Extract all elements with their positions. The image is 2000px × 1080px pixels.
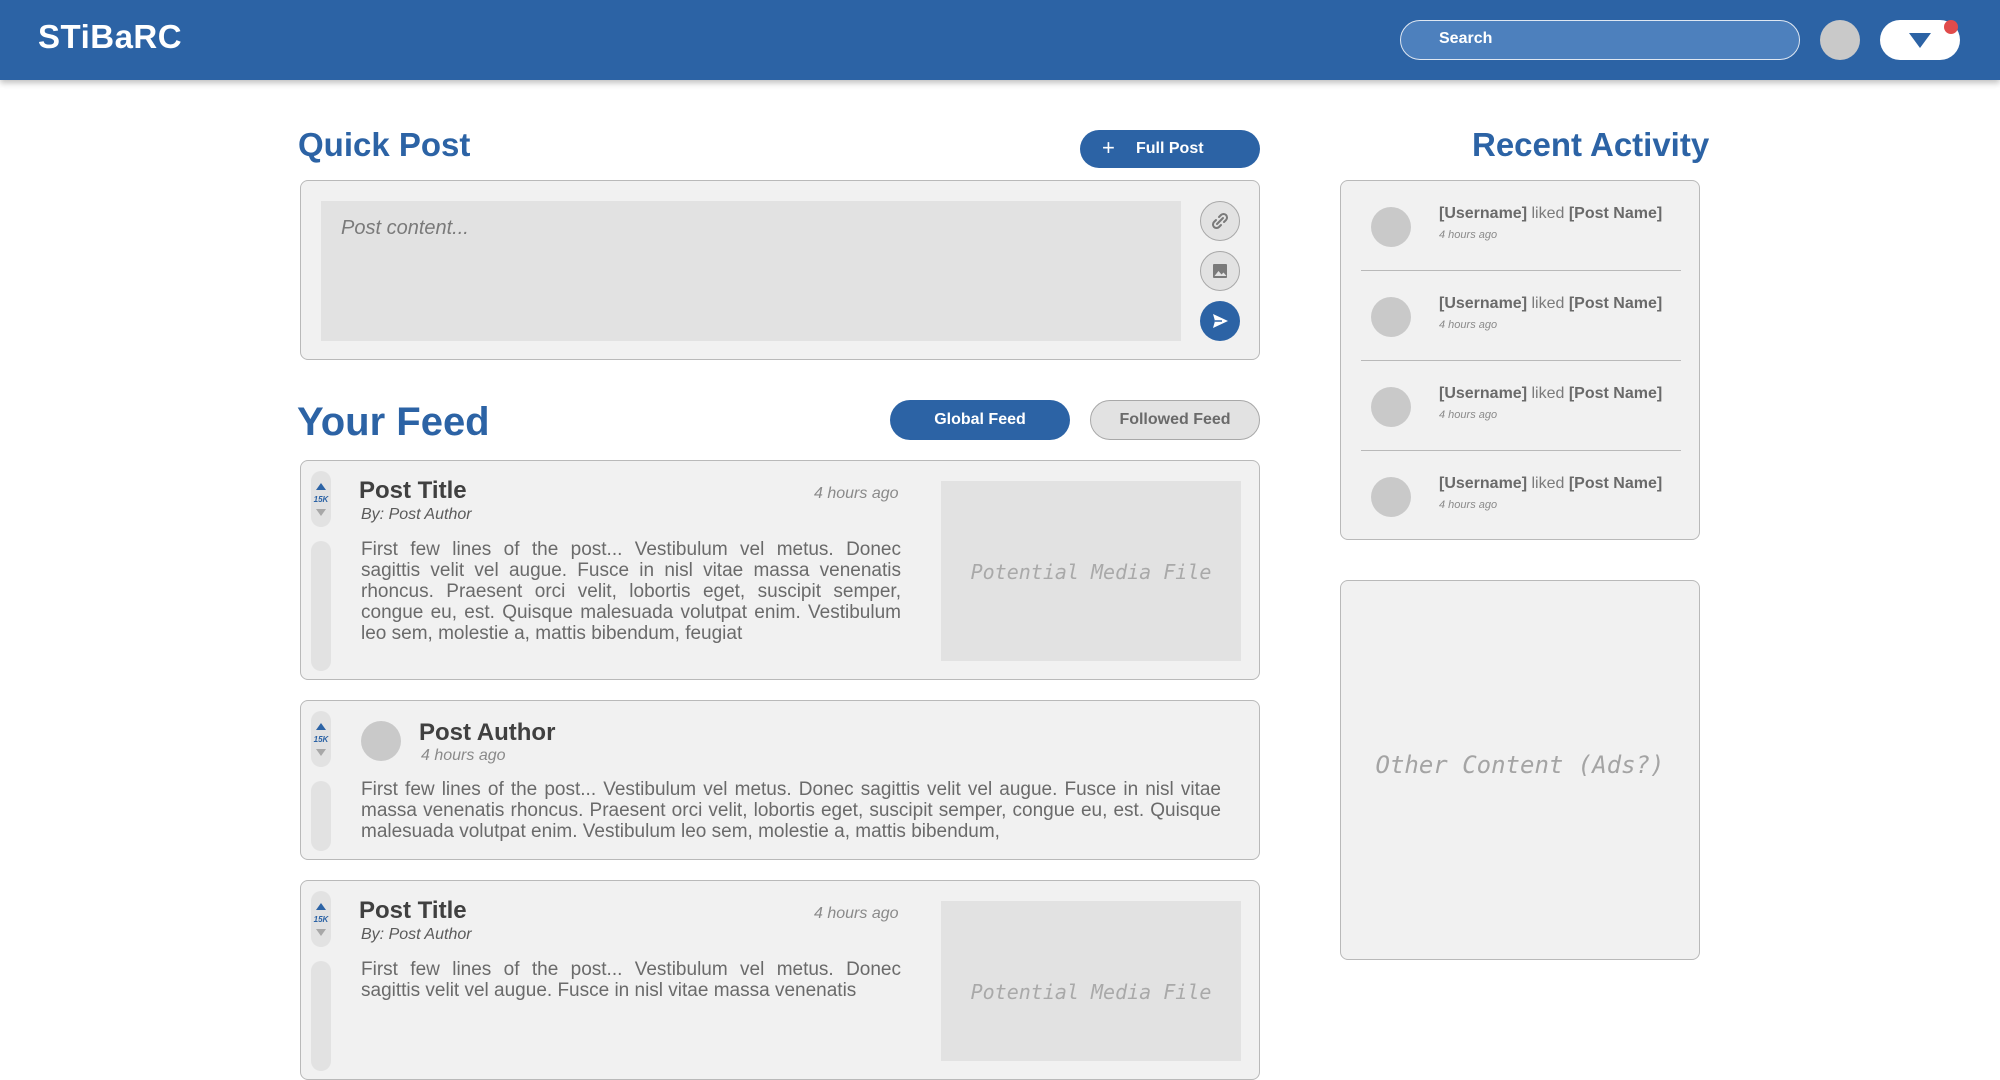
thread-rail [311, 781, 331, 851]
thread-rail [311, 961, 331, 1071]
downvote-icon[interactable] [316, 929, 326, 936]
notification-badge-icon [1944, 20, 1958, 34]
post-timestamp: 4 hours ago [814, 485, 899, 502]
tab-global-feed[interactable]: Global Feed [890, 400, 1070, 440]
feed-post-card[interactable]: 15K Post Author 4 hours ago First few li… [300, 700, 1260, 860]
activity-timestamp: 4 hours ago [1439, 409, 1498, 421]
recent-activity-panel: [Username] liked [Post Name] 4 hours ago… [1340, 180, 1700, 540]
downvote-icon[interactable] [316, 749, 326, 756]
post-content-textarea[interactable]: Post content... [321, 201, 1181, 341]
activity-text: [Username] liked [Post Name] [1439, 385, 1663, 402]
post-excerpt: First few lines of the post... Vestibulu… [361, 539, 901, 644]
search-input[interactable]: Search [1400, 20, 1800, 60]
activity-text: [Username] liked [Post Name] [1439, 475, 1663, 492]
activity-item[interactable]: [Username] liked [Post Name] 4 hours ago [1361, 271, 1681, 361]
post-excerpt: First few lines of the post... Vestibulu… [361, 779, 1221, 842]
quick-post-heading: Quick Post [298, 126, 471, 163]
ads-placeholder-panel[interactable]: Other Content (Ads?) [1340, 580, 1700, 960]
post-media-placeholder[interactable]: Potential Media File [941, 481, 1241, 661]
upvote-icon[interactable] [316, 483, 326, 490]
author-avatar[interactable] [361, 721, 401, 761]
downvote-icon[interactable] [316, 509, 326, 516]
activity-timestamp: 4 hours ago [1439, 229, 1498, 241]
activity-text: [Username] liked [Post Name] [1439, 205, 1663, 222]
post-timestamp: 4 hours ago [421, 747, 506, 764]
feed-post-card[interactable]: 15K Post Title By: Post Author 4 hours a… [300, 460, 1260, 680]
vote-count: 15K [313, 915, 329, 924]
post-media-placeholder[interactable]: Potential Media File [941, 901, 1241, 1061]
quick-post-box: Post content... [300, 180, 1260, 360]
user-avatar[interactable] [1820, 20, 1860, 60]
full-post-label: Full Post [1136, 140, 1204, 157]
vote-widget: 15K [311, 471, 331, 527]
feed-post-card[interactable]: 15K Post Title By: Post Author 4 hours a… [300, 880, 1260, 1080]
upvote-icon[interactable] [316, 723, 326, 730]
thread-rail [311, 541, 331, 671]
activity-item[interactable]: [Username] liked [Post Name] 4 hours ago [1361, 451, 1681, 541]
vote-count: 15K [313, 495, 329, 504]
tab-followed-feed[interactable]: Followed Feed [1090, 400, 1260, 440]
vote-widget: 15K [311, 891, 331, 947]
image-icon [1212, 263, 1227, 278]
activity-avatar[interactable] [1371, 477, 1411, 517]
post-excerpt: First few lines of the post... Vestibulu… [361, 959, 901, 1001]
site-logo[interactable]: STiBaRC [38, 18, 182, 56]
full-post-button[interactable]: + Full Post [1080, 130, 1260, 168]
activity-item[interactable]: [Username] liked [Post Name] 4 hours ago [1361, 361, 1681, 451]
post-author[interactable]: By: Post Author [361, 926, 472, 944]
activity-text: [Username] liked [Post Name] [1439, 295, 1663, 312]
upvote-icon[interactable] [316, 903, 326, 910]
post-title[interactable]: Post Title [359, 897, 467, 925]
send-icon [1213, 314, 1228, 328]
your-feed-heading: Your Feed [297, 400, 490, 444]
post-author-name[interactable]: Post Author [419, 719, 555, 747]
recent-activity-heading: Recent Activity [1472, 126, 1710, 163]
top-navigation-bar: STiBaRC Search [0, 0, 2000, 80]
activity-avatar[interactable] [1371, 387, 1411, 427]
attach-image-button[interactable] [1200, 251, 1240, 291]
activity-avatar[interactable] [1371, 297, 1411, 337]
post-timestamp: 4 hours ago [814, 905, 899, 922]
activity-timestamp: 4 hours ago [1439, 319, 1498, 331]
attach-link-button[interactable] [1200, 201, 1240, 241]
vote-widget: 15K [311, 711, 331, 767]
chevron-down-icon [1909, 33, 1931, 48]
plus-icon: + [1102, 135, 1115, 160]
post-author[interactable]: By: Post Author [361, 506, 472, 524]
send-post-button[interactable] [1200, 301, 1240, 341]
link-icon [1211, 212, 1228, 229]
vote-count: 15K [313, 735, 329, 744]
post-title[interactable]: Post Title [359, 477, 467, 505]
activity-avatar[interactable] [1371, 207, 1411, 247]
activity-item[interactable]: [Username] liked [Post Name] 4 hours ago [1361, 181, 1681, 271]
activity-timestamp: 4 hours ago [1439, 499, 1498, 511]
